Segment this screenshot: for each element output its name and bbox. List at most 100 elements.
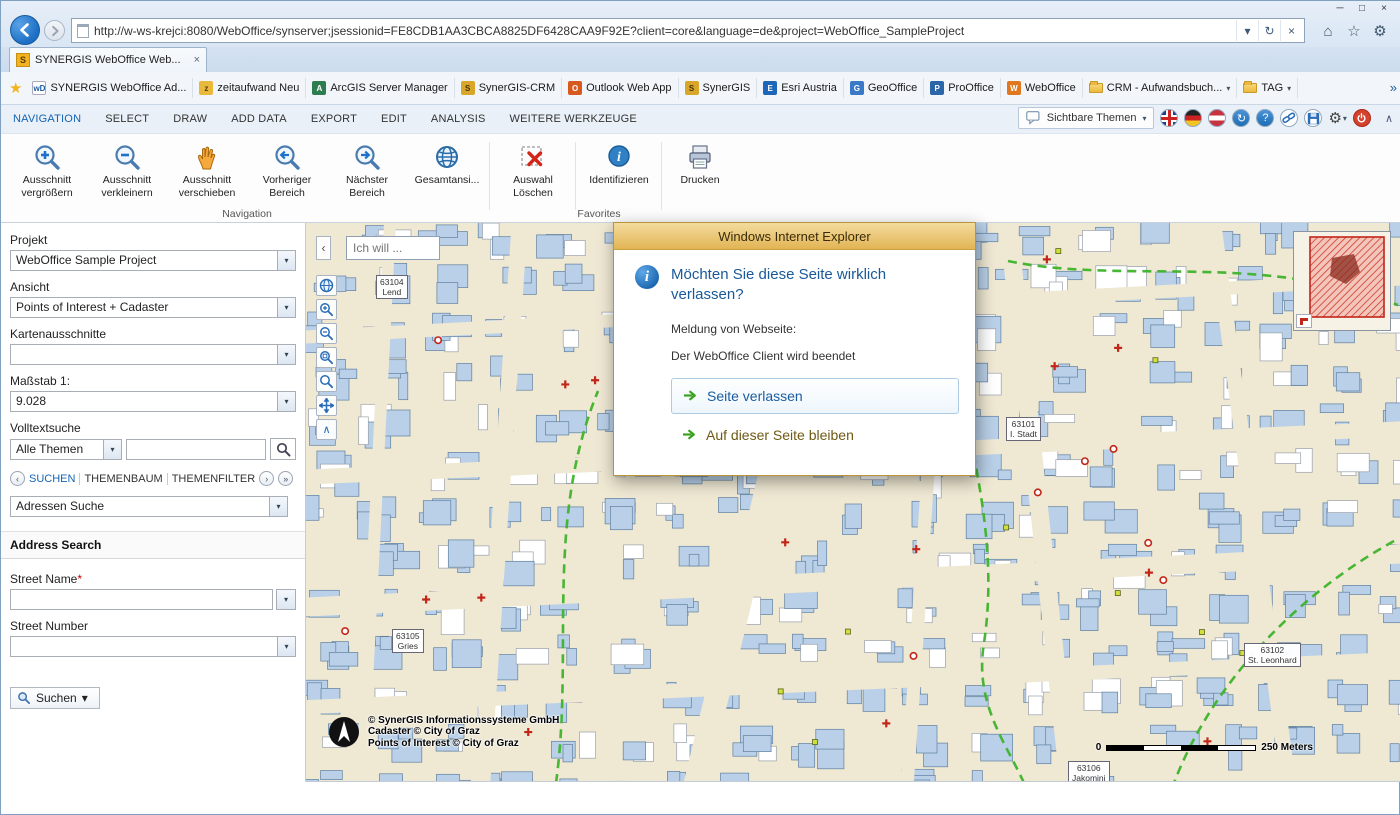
street-name-dropdown-icon[interactable]: ▾ — [276, 589, 296, 610]
ansicht-select[interactable]: Points of Interest + Cadaster ▾ — [10, 297, 296, 318]
volltextsuche-search-button[interactable] — [270, 438, 296, 460]
massstab-select[interactable]: 9.028 ▾ — [10, 391, 296, 412]
map-pan-icon[interactable] — [316, 395, 337, 416]
favorites-item-label: WebOffice — [1025, 82, 1076, 94]
stay-on-page-button[interactable]: Auf dieser Seite bleiben — [671, 419, 959, 451]
street-name-input[interactable] — [10, 589, 273, 610]
tools-gear-icon[interactable]: ⚙ — [1369, 20, 1391, 42]
projekt-select[interactable]: WebOffice Sample Project ▾ — [10, 250, 296, 271]
address-bar[interactable]: http://w-ws-krejci:8080/WebOffice/synser… — [71, 18, 1305, 43]
map-zoom-in-icon[interactable] — [316, 299, 337, 320]
add-favorite-icon[interactable]: ★ — [9, 79, 22, 97]
kartenausschnitte-select[interactable]: ▾ — [10, 344, 296, 365]
tab-close-icon[interactable]: × — [194, 54, 200, 66]
map-zoom-scale-icon[interactable] — [316, 371, 337, 392]
autocomplete-dropdown-icon[interactable]: ▾ — [1236, 20, 1258, 41]
street-number-select[interactable]: ▾ — [10, 636, 296, 657]
home-icon[interactable]: ⌂ — [1317, 20, 1339, 42]
suchen-button[interactable]: Suchen ▾ — [10, 687, 100, 709]
favorites-item[interactable]: TAG▾ — [1237, 78, 1298, 98]
favorites-item[interactable]: EEsri Austria — [757, 78, 844, 98]
tab-themenbaum[interactable]: THEMENBAUM — [84, 473, 162, 485]
volltextsuche-input[interactable] — [126, 439, 266, 460]
favorites-item[interactable]: zzeitaufwand Neu — [193, 78, 306, 98]
collapse-sidebar-icon[interactable]: ‹ — [316, 236, 331, 260]
browser-tab[interactable]: S SYNERGIS WebOffice Web... × — [9, 47, 207, 72]
refresh-icon[interactable]: ↻ — [1258, 20, 1280, 41]
favorites-item[interactable]: SSynerGIS-CRM — [455, 78, 562, 98]
tab-themenfilter[interactable]: THEMENFILTER — [172, 473, 256, 485]
next-extent-button[interactable]: NächsterBereich — [327, 137, 407, 203]
tool-strip-collapse-icon[interactable]: ∧ — [316, 419, 337, 440]
favorites-item[interactable]: OOutlook Web App — [562, 78, 678, 98]
visible-themes-button[interactable]: Sichtbare Themen ▾ — [1018, 107, 1155, 129]
back-button[interactable] — [10, 15, 40, 45]
chevron-down-icon[interactable]: ▾ — [103, 440, 121, 459]
chevron-down-icon[interactable]: ▾ — [277, 392, 295, 411]
pan-button[interactable]: Ausschnittverschieben — [167, 137, 247, 203]
tabs-more-icon[interactable]: » — [278, 471, 293, 486]
tab-export[interactable]: EXPORT — [311, 113, 357, 125]
overview-toggle-button[interactable] — [1296, 314, 1312, 328]
print-button[interactable]: Drucken — [665, 137, 735, 203]
minimize-button[interactable]: ─ — [1329, 2, 1351, 17]
reload-icon[interactable]: ↻ — [1232, 109, 1250, 127]
chevron-down-icon[interactable]: ▾ — [277, 637, 295, 656]
search-type-select[interactable]: Adressen Suche ▾ — [10, 496, 288, 517]
language-german-icon[interactable] — [1184, 109, 1202, 127]
favorites-item[interactable]: PProOffice — [924, 78, 1001, 98]
map-zoom-window-icon[interactable] — [316, 347, 337, 368]
collapse-ribbon-icon[interactable]: ∧ — [1385, 112, 1393, 125]
favorites-item[interactable]: AArcGIS Server Manager — [306, 78, 454, 98]
tab-add-data[interactable]: ADD DATA — [231, 113, 287, 125]
previous-extent-button[interactable]: VorherigerBereich — [247, 137, 327, 203]
leave-page-button[interactable]: Seite verlassen — [671, 378, 959, 414]
url-text[interactable]: http://w-ws-krejci:8080/WebOffice/synser… — [94, 24, 1236, 38]
forward-button[interactable] — [44, 20, 65, 41]
overview-map[interactable] — [1293, 231, 1391, 331]
tab-analysis[interactable]: ANALYSIS — [431, 113, 486, 125]
favorites-item[interactable]: CRM - Aufwandsbuch...▾ — [1083, 78, 1238, 98]
tab-select[interactable]: SELECT — [105, 113, 149, 125]
close-button[interactable]: × — [1373, 2, 1395, 17]
button-label: Identifizieren — [589, 174, 649, 186]
tab-edit[interactable]: EDIT — [381, 113, 407, 125]
tab-suchen[interactable]: SUCHEN — [29, 473, 75, 485]
settings-gear-icon[interactable]: ⚙▾ — [1328, 109, 1346, 127]
ich-will-input[interactable] — [346, 236, 440, 260]
tabs-scroll-right-icon[interactable]: › — [259, 471, 274, 486]
chevron-down-icon[interactable]: ▾ — [277, 251, 295, 270]
map-globe-icon[interactable] — [316, 275, 337, 296]
clear-selection-button[interactable]: AuswahlLöschen — [493, 137, 573, 203]
button-label: Löschen — [513, 187, 553, 199]
dialog-titlebar[interactable]: Windows Internet Explorer — [614, 223, 975, 250]
chevron-down-icon[interactable]: ▾ — [269, 497, 287, 516]
tab-weitere-werkzeuge[interactable]: WEITERE WERKZEUGE — [510, 113, 637, 125]
chevron-down-icon[interactable]: ▾ — [277, 298, 295, 317]
favorites-item[interactable]: GGeoOffice — [844, 78, 924, 98]
chevron-down-icon: ▾ — [1142, 114, 1146, 123]
help-icon[interactable]: ? — [1256, 109, 1274, 127]
favorites-overflow-icon[interactable]: » — [1390, 80, 1397, 95]
logout-power-icon[interactable] — [1353, 109, 1371, 127]
chevron-down-icon[interactable]: ▾ — [277, 345, 295, 364]
tab-draw[interactable]: DRAW — [173, 113, 207, 125]
favorites-item[interactable]: SSynerGIS — [679, 78, 758, 98]
full-extent-button[interactable]: Gesamtansi... — [407, 137, 487, 203]
favorites-star-icon[interactable]: ☆ — [1343, 20, 1365, 42]
maximize-button[interactable]: □ — [1351, 2, 1373, 17]
volltextsuche-scope-select[interactable]: Alle Themen ▾ — [10, 439, 122, 460]
zoom-out-button[interactable]: Ausschnittverkleinern — [87, 137, 167, 203]
tabs-scroll-left-icon[interactable]: ‹ — [10, 471, 25, 486]
language-austrian-icon[interactable] — [1208, 109, 1226, 127]
favorites-item[interactable]: WWebOffice — [1001, 78, 1083, 98]
zoom-in-button[interactable]: Ausschnittvergrößern — [7, 137, 87, 203]
identify-button[interactable]: i Identifizieren — [579, 137, 659, 203]
link-icon[interactable] — [1280, 109, 1298, 127]
favorites-item[interactable]: wDSYNERGIS WebOffice Ad... — [26, 78, 193, 98]
map-zoom-out-icon[interactable] — [316, 323, 337, 344]
language-english-icon[interactable] — [1160, 109, 1178, 127]
tab-navigation[interactable]: NAVIGATION — [13, 113, 81, 125]
stop-icon[interactable]: × — [1280, 20, 1302, 41]
save-icon[interactable] — [1304, 109, 1322, 127]
